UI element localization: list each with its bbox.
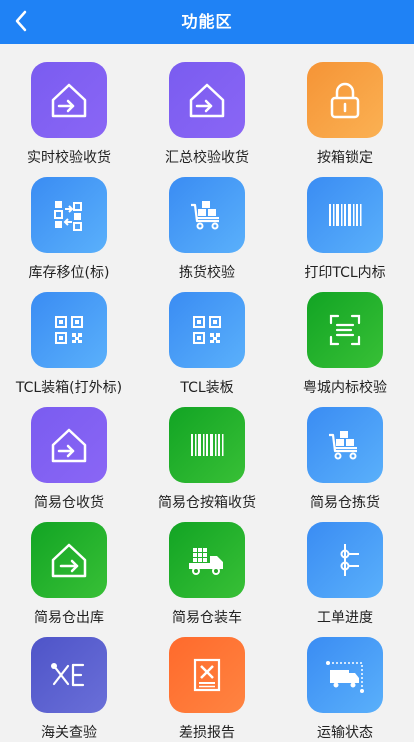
function-tile[interactable] xyxy=(31,177,107,253)
cart-boxes-icon xyxy=(329,431,357,460)
function-item[interactable]: TCL装板 xyxy=(138,274,276,396)
function-item[interactable]: 库存移位(标) xyxy=(0,159,138,281)
function-item[interactable]: 简易仓出库 xyxy=(0,504,138,626)
function-item[interactable]: 简易仓装车 xyxy=(138,504,276,626)
barcode-icon xyxy=(191,434,224,456)
function-tile[interactable] xyxy=(307,177,383,253)
cart-boxes-icon xyxy=(191,201,219,230)
report-x-icon xyxy=(193,658,221,692)
function-item[interactable]: 简易仓拣货 xyxy=(276,389,414,511)
house-arrow-icon xyxy=(51,428,87,463)
lock-icon xyxy=(330,82,360,119)
function-item[interactable]: 实时校验收货 xyxy=(0,44,138,166)
function-item[interactable]: 简易仓收货 xyxy=(0,389,138,511)
function-tile[interactable] xyxy=(31,62,107,138)
function-tile[interactable] xyxy=(31,407,107,483)
tools-list-icon xyxy=(51,663,85,687)
house-out-icon xyxy=(51,543,87,578)
function-item[interactable]: 拣货校验 xyxy=(138,159,276,281)
function-item[interactable]: 工单进度 xyxy=(276,504,414,626)
function-item[interactable]: 按箱锁定 xyxy=(276,44,414,166)
function-tile[interactable] xyxy=(31,292,107,368)
truck-route-icon xyxy=(326,661,364,693)
function-tile[interactable] xyxy=(169,637,245,713)
stock-move-icon xyxy=(54,201,82,231)
qr-code-icon xyxy=(55,316,83,344)
progress-steps-icon xyxy=(340,544,359,576)
function-tile[interactable] xyxy=(307,292,383,368)
page-title: 功能区 xyxy=(181,12,233,31)
function-item[interactable]: TCL装箱(打外标) xyxy=(0,274,138,396)
function-label: 运输状态 xyxy=(317,725,373,741)
function-tile[interactable] xyxy=(307,637,383,713)
scan-frame-icon xyxy=(329,314,361,346)
barcode-icon xyxy=(329,204,362,226)
function-tile[interactable] xyxy=(169,407,245,483)
function-tile[interactable] xyxy=(31,522,107,598)
function-item[interactable]: 海关查验 xyxy=(0,619,138,741)
function-label: 海关查验 xyxy=(41,725,97,741)
function-tile[interactable] xyxy=(169,62,245,138)
function-label: 差损报告 xyxy=(179,725,235,741)
function-tile[interactable] xyxy=(307,62,383,138)
function-item[interactable]: 打印TCL内标 xyxy=(276,159,414,281)
app-header: 功能区 xyxy=(0,0,414,44)
qr-code-icon xyxy=(193,316,221,344)
function-item[interactable]: 粤城内标校验 xyxy=(276,274,414,396)
house-arrow-icon xyxy=(51,83,87,118)
function-item[interactable]: 汇总校验收货 xyxy=(138,44,276,166)
function-item[interactable]: 简易仓按箱收货 xyxy=(138,389,276,511)
function-tile[interactable] xyxy=(307,522,383,598)
function-tile[interactable] xyxy=(31,637,107,713)
function-item[interactable]: 运输状态 xyxy=(276,619,414,741)
house-arrow-icon xyxy=(189,83,225,118)
function-item[interactable]: 差损报告 xyxy=(138,619,276,741)
function-tile[interactable] xyxy=(169,177,245,253)
truck-loaded-icon xyxy=(189,548,223,575)
function-tile[interactable] xyxy=(307,407,383,483)
function-tile[interactable] xyxy=(169,292,245,368)
function-tile[interactable] xyxy=(169,522,245,598)
